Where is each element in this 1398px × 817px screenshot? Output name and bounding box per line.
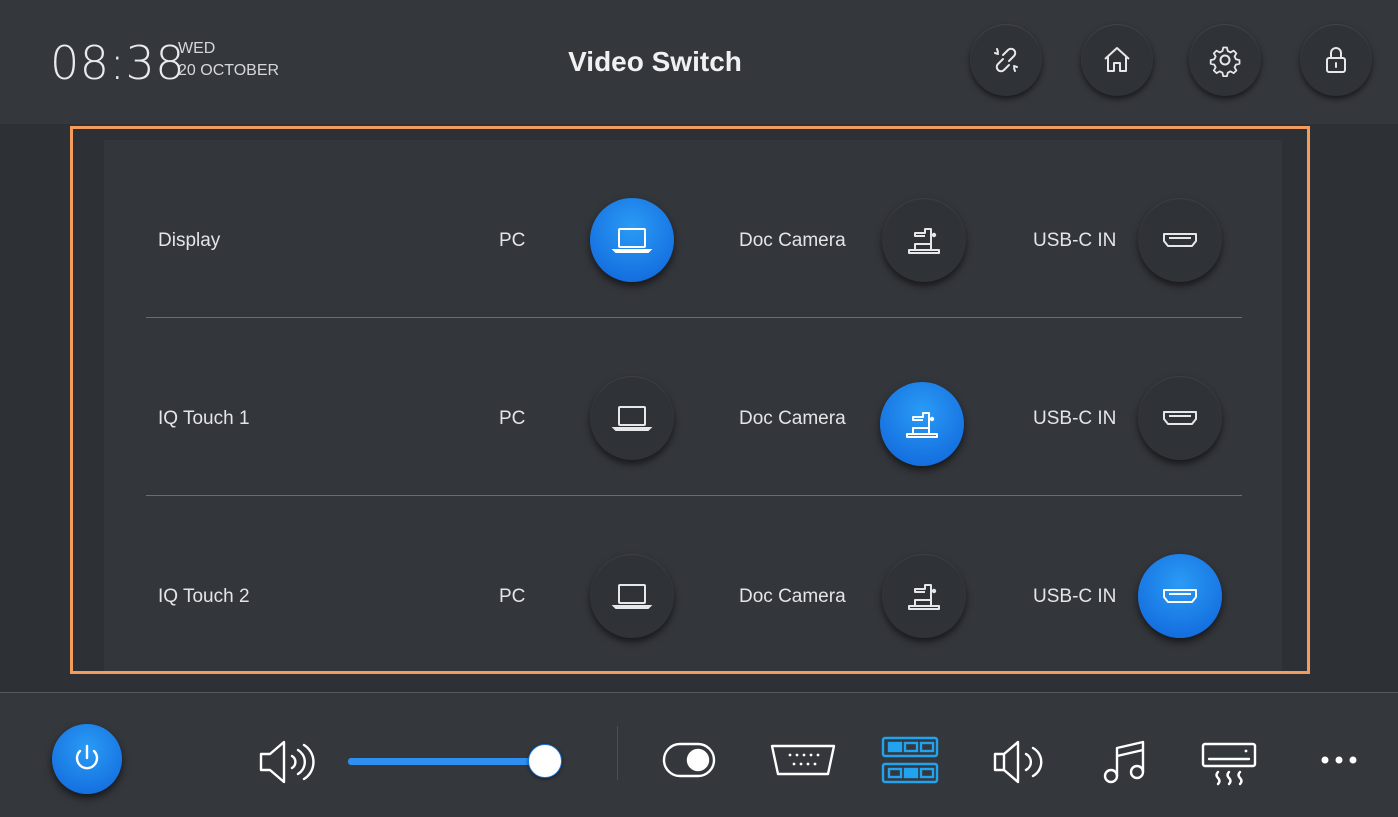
volume-slider-track[interactable] bbox=[348, 758, 546, 765]
header-bar: 08:38 WED 20 OCTOBER Video Switch bbox=[0, 0, 1398, 124]
music-note-icon bbox=[1103, 740, 1145, 784]
volume-slider-knob[interactable] bbox=[528, 744, 562, 778]
lock-button[interactable] bbox=[1300, 24, 1372, 96]
vga-button[interactable] bbox=[768, 738, 838, 782]
power-button[interactable] bbox=[52, 724, 122, 794]
more-button[interactable] bbox=[1316, 746, 1362, 774]
home-icon bbox=[1104, 47, 1130, 72]
speaker-icon bbox=[259, 740, 315, 784]
toggle-button[interactable] bbox=[660, 738, 718, 782]
unlink-button[interactable] bbox=[970, 24, 1042, 96]
video-matrix-icon bbox=[881, 736, 939, 784]
video-switch-button[interactable] bbox=[878, 734, 942, 788]
speaker-outline-icon bbox=[993, 740, 1043, 784]
home-button[interactable] bbox=[1081, 24, 1153, 96]
power-icon bbox=[75, 744, 99, 770]
lock-icon bbox=[1326, 47, 1346, 73]
unlink-icon bbox=[994, 47, 1018, 73]
music-button[interactable] bbox=[1098, 736, 1152, 788]
toolbar-separator bbox=[617, 726, 618, 780]
more-icon bbox=[1321, 756, 1357, 764]
highlight-outline bbox=[70, 126, 1310, 674]
settings-button[interactable] bbox=[1189, 24, 1261, 96]
vga-port-icon bbox=[770, 744, 836, 776]
audio-button[interactable] bbox=[990, 736, 1052, 788]
climate-button[interactable] bbox=[1198, 738, 1260, 788]
air-conditioner-icon bbox=[1201, 742, 1257, 786]
gear-icon bbox=[1209, 46, 1241, 77]
mute-button[interactable] bbox=[256, 736, 318, 788]
toggle-icon bbox=[662, 742, 716, 778]
